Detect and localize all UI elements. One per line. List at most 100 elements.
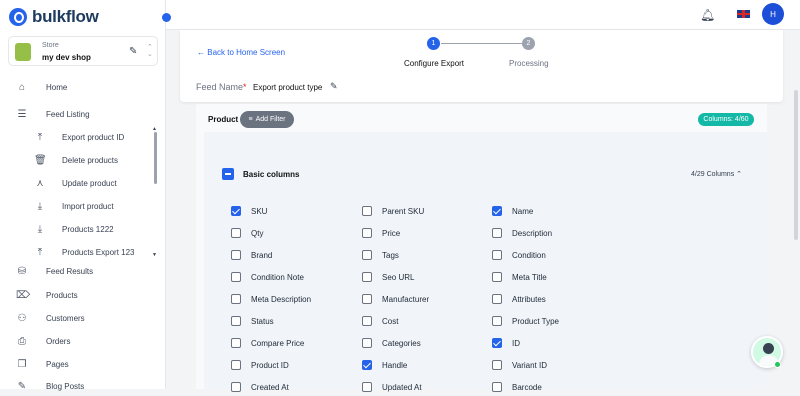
column-checkbox-condition-note[interactable] [231, 272, 241, 282]
column-label-manufacturer[interactable]: Manufacturer [382, 295, 429, 304]
column-checkbox-tags[interactable] [362, 250, 372, 260]
column-checkbox-condition[interactable] [492, 250, 502, 260]
person-icon: ⋏ [36, 177, 44, 189]
sidebar-item-delete-products[interactable]: 🗑︎ Delete products [0, 150, 160, 170]
bell-icon[interactable]: 🔔︎ [700, 8, 715, 22]
scroll-down-arrow-icon[interactable]: ▼ [152, 252, 157, 258]
column-label-tags[interactable]: Tags [382, 251, 399, 260]
store-selector[interactable]: Store my dev shop ✎ ⌃ ⌄ [8, 36, 158, 66]
sidebar-item-orders[interactable]: ⎙ Orders [0, 331, 160, 351]
sidebar-item-products-export-123[interactable]: ⤒ Products Export 123 [0, 242, 160, 262]
sidebar-item-update-product[interactable]: ⋏ Update product [0, 173, 160, 193]
store-name: my dev shop [42, 53, 91, 62]
column-checkbox-sku[interactable] [231, 206, 241, 216]
column-checkbox-status[interactable] [231, 316, 241, 326]
column-label-id[interactable]: ID [512, 339, 520, 348]
column-label-updated-at[interactable]: Updated At [382, 383, 422, 392]
column-label-barcode[interactable]: Barcode [512, 383, 542, 392]
chevron-updown-icon[interactable]: ⌃ ⌄ [147, 44, 153, 58]
column-checkbox-brand[interactable] [231, 250, 241, 260]
column-checkbox-qty[interactable] [231, 228, 241, 238]
column-label-meta-description[interactable]: Meta Description [251, 295, 311, 304]
column-checkbox-meta-description[interactable] [231, 294, 241, 304]
section-title: Basic columns [243, 170, 300, 179]
sidebar-item-label: Update product [62, 178, 117, 188]
column-checkbox-handle[interactable] [362, 360, 372, 370]
section-toggle[interactable]: 4/29 Columns ⌃ [691, 170, 742, 178]
column-checkbox-attributes[interactable] [492, 294, 502, 304]
pencil-icon[interactable]: ✎ [330, 81, 338, 92]
column-label-product-id[interactable]: Product ID [251, 361, 289, 370]
sidebar-item-feed-results[interactable]: ⛁ Feed Results [0, 261, 160, 281]
page-scrollbar[interactable] [794, 90, 798, 240]
column-label-qty[interactable]: Qty [251, 229, 263, 238]
column-checkbox-categories[interactable] [362, 338, 372, 348]
sidebar-item-blog-posts[interactable]: ✎ Blog Posts [0, 376, 160, 396]
sidebar-item-home[interactable]: ⌂ Home [0, 77, 160, 97]
column-checkbox-compare-price[interactable] [231, 338, 241, 348]
sidebar-item-label: Orders [46, 336, 71, 346]
column-label-meta-title[interactable]: Meta Title [512, 273, 547, 282]
app-logo[interactable]: bulkflow [9, 7, 99, 27]
column-checkbox-price[interactable] [362, 228, 372, 238]
column-checkbox-id[interactable] [492, 338, 502, 348]
column-label-cost[interactable]: Cost [382, 317, 398, 326]
column-label-parent-sku[interactable]: Parent SKU [382, 207, 424, 216]
pencil-icon[interactable]: ✎ [129, 46, 137, 57]
column-label-product-type[interactable]: Product Type [512, 317, 559, 326]
sidebar-item-label: Export product ID [62, 132, 125, 142]
sidebar-item-feed-listing[interactable]: ☰ Feed Listing [0, 104, 160, 124]
column-checkbox-seo-url[interactable] [362, 272, 372, 282]
sidebar: bulkflow Store my dev shop ✎ ⌃ ⌄ ⌂ Home ☰ Fe… [0, 0, 166, 392]
column-label-compare-price[interactable]: Compare Price [251, 339, 304, 348]
column-label-condition[interactable]: Condition [512, 251, 546, 260]
download-icon: ⤓ [37, 200, 43, 212]
sidebar-collapse-toggle[interactable] [162, 13, 171, 22]
sidebar-item-import-product[interactable]: ⤓ Import product [0, 196, 160, 216]
column-label-condition-note[interactable]: Condition Note [251, 273, 304, 282]
back-link[interactable]: ← Back to Home Screen [197, 48, 285, 57]
back-label[interactable]: Back to Home Screen [207, 48, 285, 57]
column-label-description[interactable]: Description [512, 229, 552, 238]
column-label-attributes[interactable]: Attributes [512, 295, 546, 304]
column-label-variant-id[interactable]: Variant ID [512, 361, 547, 370]
app-name: bulkflow [32, 7, 99, 26]
avatar[interactable]: H [762, 3, 784, 25]
add-filter-button[interactable]: ≡ Add Filter [240, 111, 294, 128]
scroll-up-arrow-icon[interactable]: ▲ [152, 126, 157, 132]
column-checkbox-meta-title[interactable] [492, 272, 502, 282]
uk-flag-icon[interactable] [737, 10, 750, 18]
column-checkbox-product-id[interactable] [231, 360, 241, 370]
column-checkbox-variant-id[interactable] [492, 360, 502, 370]
sidebar-item-products-1222[interactable]: ⤓ Products 1222 [0, 219, 160, 239]
column-checkbox-product-type[interactable] [492, 316, 502, 326]
column-checkbox-barcode[interactable] [492, 382, 502, 392]
column-checkbox-description[interactable] [492, 228, 502, 238]
sidebar-scrollbar[interactable] [154, 132, 157, 184]
column-label-price[interactable]: Price [382, 229, 400, 238]
database-icon: ⛁ [17, 265, 27, 277]
column-label-name[interactable]: Name [512, 207, 533, 216]
column-label-sku[interactable]: SKU [251, 207, 267, 216]
column-label-created-at[interactable]: Created At [251, 383, 289, 392]
column-label-handle[interactable]: Handle [382, 361, 407, 370]
column-checkbox-parent-sku[interactable] [362, 206, 372, 216]
column-checkbox-cost[interactable] [362, 316, 372, 326]
feed-name-value: Export product type [253, 83, 323, 92]
sidebar-item-export-product-id[interactable]: ⤒ Export product ID [0, 127, 160, 147]
column-label-seo-url[interactable]: Seo URL [382, 273, 414, 282]
column-label-categories[interactable]: Categories [382, 339, 421, 348]
column-label-status[interactable]: Status [251, 317, 274, 326]
sidebar-item-label: Products 1222 [62, 224, 114, 234]
sidebar-item-customers[interactable]: ⚇ Customers [0, 308, 160, 328]
column-checkbox-updated-at[interactable] [362, 382, 372, 392]
column-checkbox-manufacturer[interactable] [362, 294, 372, 304]
column-label-brand[interactable]: Brand [251, 251, 272, 260]
column-checkbox-created-at[interactable] [231, 382, 241, 392]
sidebar-item-label: Customers [46, 313, 85, 323]
sidebar-item-pages[interactable]: ❐ Pages [0, 354, 160, 374]
sidebar-item-products[interactable]: ⌦ Products [0, 285, 160, 305]
section-select-all-checkbox[interactable] [222, 168, 234, 180]
sidebar-item-label: Pages [46, 359, 69, 369]
column-checkbox-name[interactable] [492, 206, 502, 216]
